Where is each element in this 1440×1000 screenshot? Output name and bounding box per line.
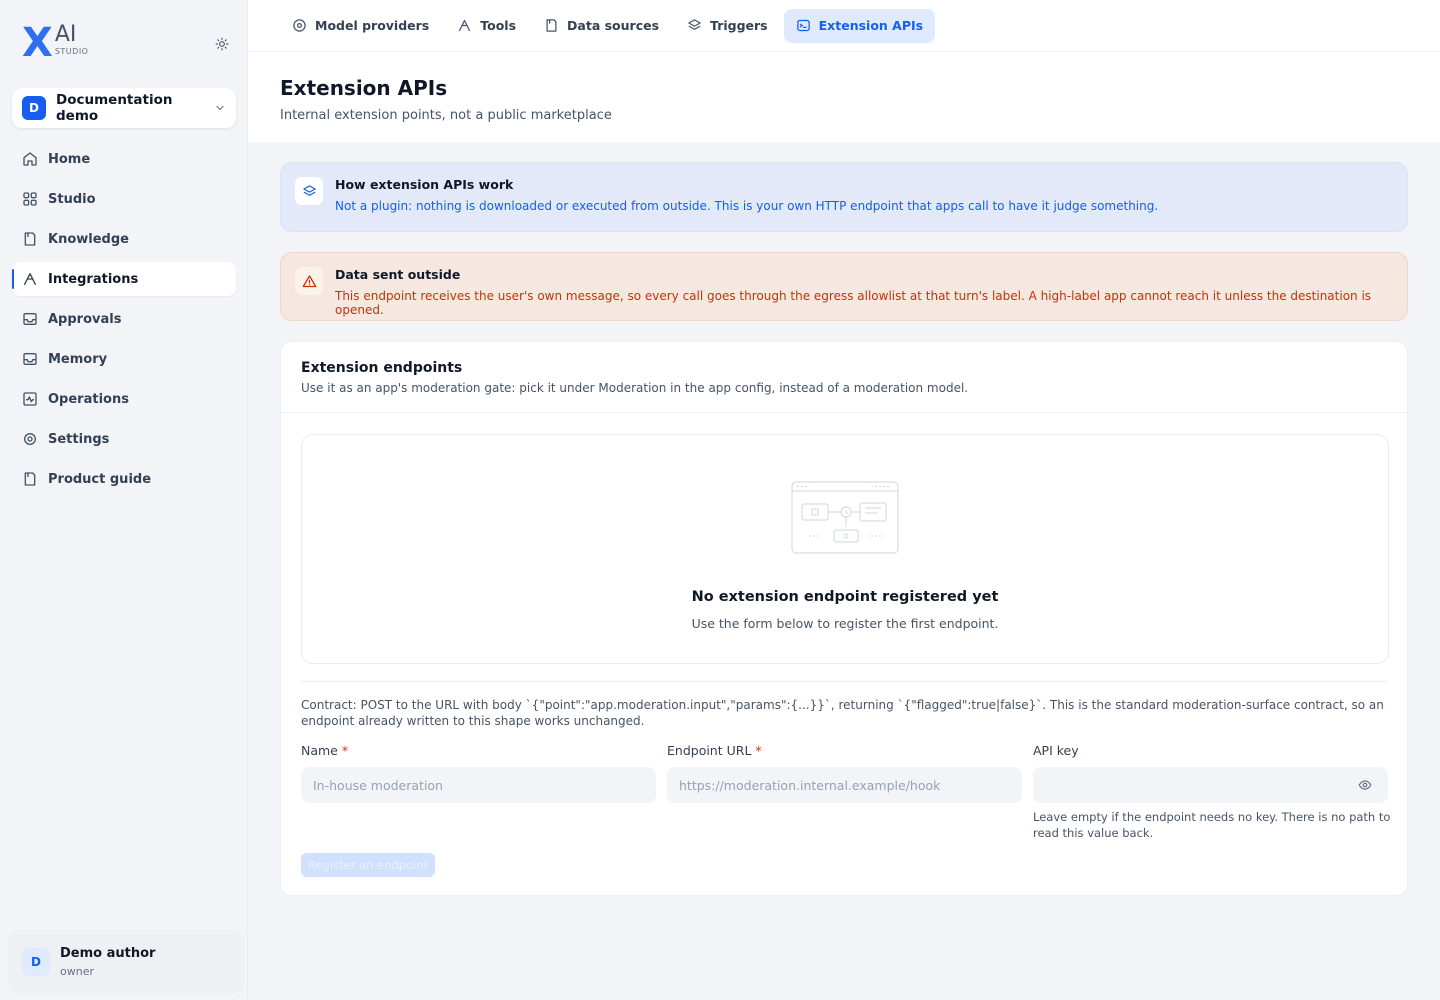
- app-logo[interactable]: X AI STUDIO: [22, 20, 89, 66]
- sidebar: X AI STUDIO D Documentation demo Home St…: [0, 0, 248, 1000]
- alert-icon-box: [295, 177, 323, 205]
- card-title: Extension endpoints: [301, 360, 463, 376]
- sidebar-item-knowledge[interactable]: Knowledge: [12, 222, 236, 256]
- workspace-name: Documentation demo: [56, 92, 173, 124]
- sidebar-nav: Home Studio Knowledge Integrations Appro…: [12, 142, 236, 502]
- register-endpoint-button[interactable]: Register an endpoint: [301, 853, 435, 877]
- api-key-label-text: API key: [1033, 743, 1079, 758]
- avatar: D: [22, 948, 50, 976]
- api-key-input[interactable]: [1033, 767, 1388, 803]
- info-alert-title: How extension APIs work: [335, 177, 514, 192]
- tab-label: Triggers: [710, 18, 768, 33]
- url-label-text: Endpoint URL: [667, 743, 752, 758]
- warning-icon: [302, 274, 316, 287]
- sidebar-item-settings[interactable]: Settings: [12, 422, 236, 456]
- name-input[interactable]: [301, 767, 656, 803]
- sidebar-item-label: Studio: [48, 191, 96, 207]
- tab-extension-apis[interactable]: Extension APIs: [783, 8, 936, 43]
- layers-icon: [302, 184, 316, 196]
- workspace-badge: D: [22, 96, 46, 120]
- api-key-hint: Leave empty if the endpoint needs no key…: [1033, 810, 1391, 840]
- name-label-text: Name: [301, 743, 338, 758]
- sidebar-item-integrations[interactable]: Integrations: [12, 262, 236, 296]
- user-name: Demo author: [60, 946, 156, 961]
- inbox-icon: [23, 313, 37, 325]
- warning-alert-title: Data sent outside: [335, 267, 461, 282]
- card-description: Use it as an app's moderation gate: pick…: [301, 381, 969, 395]
- warning-alert: Data sent outside This endpoint receives…: [280, 252, 1408, 321]
- sidebar-item-home[interactable]: Home: [12, 142, 236, 176]
- sidebar-item-label: Settings: [48, 431, 110, 447]
- required-mark: *: [755, 743, 762, 758]
- sidebar-item-label: Product guide: [48, 471, 152, 487]
- tab-label: Tools: [480, 18, 517, 33]
- tools-icon: [459, 19, 471, 32]
- tab-label: Data sources: [567, 18, 660, 33]
- sidebar-item-label: Knowledge: [48, 231, 129, 247]
- endpoint-url-input[interactable]: [667, 767, 1022, 803]
- sidebar-item-label: Home: [48, 151, 91, 167]
- document-icon: [546, 19, 557, 32]
- layers-icon: [688, 19, 701, 30]
- sidebar-item-memory[interactable]: Memory: [12, 342, 236, 376]
- empty-state: No extension endpoint registered yet Use…: [301, 434, 1389, 664]
- api-key-field-label: API key: [1033, 743, 1079, 758]
- alert-icon-box: [295, 267, 323, 295]
- sidebar-item-label: Integrations: [48, 271, 139, 287]
- inbox-icon: [23, 353, 37, 365]
- empty-state-description: Use the form below to register the first…: [691, 616, 999, 631]
- info-alert: How extension APIs work Not a plugin: no…: [280, 162, 1408, 232]
- gear-icon: [24, 433, 36, 445]
- sidebar-item-label: Memory: [48, 351, 108, 367]
- page-header: Extension APIs Internal extension points…: [248, 52, 1440, 142]
- url-field-label: Endpoint URL *: [667, 743, 762, 758]
- chevron-down-icon: [216, 105, 224, 111]
- theme-toggle-button[interactable]: [213, 35, 231, 53]
- toggle-visibility-button[interactable]: [1356, 776, 1374, 794]
- page-title: Extension APIs: [280, 76, 448, 100]
- required-mark: *: [341, 743, 349, 758]
- sidebar-item-label: Operations: [48, 391, 129, 407]
- tab-data-sources[interactable]: Data sources: [532, 9, 671, 43]
- empty-state-title: No extension endpoint registered yet: [691, 589, 999, 605]
- activity-icon: [23, 392, 37, 406]
- book-icon: [24, 472, 36, 486]
- logo-studio-text: STUDIO: [54, 47, 89, 56]
- sidebar-item-studio[interactable]: Studio: [12, 182, 236, 216]
- grid-icon: [23, 192, 37, 206]
- extension-endpoints-card: Extension endpoints Use it as an app's m…: [280, 341, 1408, 896]
- sun-icon: [215, 37, 229, 51]
- integrations-tabbar: Model providers Tools Data sources Trigg…: [248, 0, 1440, 52]
- tab-label: Extension APIs: [818, 18, 924, 33]
- tab-label: Model providers: [315, 18, 430, 33]
- integration-icon: [24, 273, 36, 285]
- eye-icon: [1358, 780, 1372, 790]
- logo-ai-text: AI: [54, 22, 77, 47]
- book-icon: [24, 232, 36, 246]
- contract-note: Contract: POST to the URL with body `{"p…: [301, 698, 1384, 728]
- terminal-icon: [796, 19, 810, 32]
- page-subtitle: Internal extension points, not a public …: [280, 108, 612, 123]
- tab-triggers[interactable]: Triggers: [675, 9, 780, 43]
- user-profile-card[interactable]: D Demo author owner: [8, 930, 244, 994]
- tab-model-providers[interactable]: Model providers: [280, 9, 441, 43]
- workspace-switcher[interactable]: D Documentation demo: [12, 88, 236, 128]
- home-icon: [23, 152, 37, 166]
- tab-tools[interactable]: Tools: [445, 9, 528, 43]
- info-alert-body: Not a plugin: nothing is downloaded or e…: [335, 199, 1159, 213]
- sidebar-item-operations[interactable]: Operations: [12, 382, 236, 416]
- sidebar-item-product-guide[interactable]: Product guide: [12, 462, 236, 496]
- provider-icon: [293, 19, 306, 32]
- sidebar-item-label: Approvals: [48, 311, 122, 327]
- name-field-label: Name *: [301, 743, 348, 758]
- empty-illustration-icon: [791, 481, 899, 554]
- divider: [281, 412, 1407, 413]
- user-role: owner: [60, 965, 94, 978]
- warning-alert-body: This endpoint receives the user's own me…: [335, 289, 1372, 317]
- logo-mark: X: [22, 20, 53, 66]
- sidebar-item-approvals[interactable]: Approvals: [12, 302, 236, 336]
- divider: [301, 681, 1387, 682]
